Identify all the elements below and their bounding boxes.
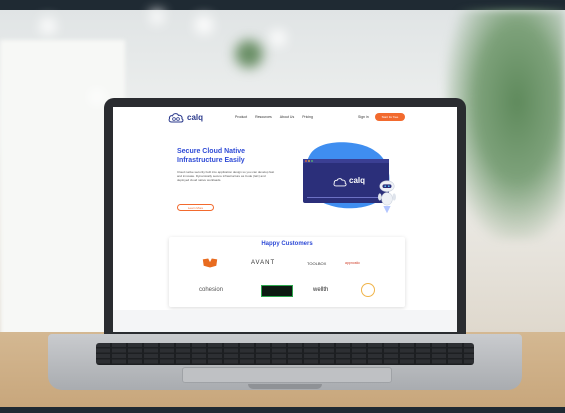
cloud-logo-icon — [168, 113, 184, 123]
customer-logo-avant: AVANT — [251, 260, 276, 266]
start-free-button[interactable]: Start for free — [375, 113, 405, 121]
customers-title: Happy Customers — [261, 241, 313, 247]
site-nav: calq Product Resources About Us Pricing … — [113, 107, 457, 129]
photo-scene: calq Product Resources About Us Pricing … — [0, 0, 565, 413]
orange-customer-logo-icon — [202, 258, 218, 268]
window-logo-text: calq — [349, 176, 366, 185]
nav-item-resources[interactable]: Resources — [255, 115, 272, 119]
hero-description: Cloud native security built into applica… — [177, 170, 275, 182]
bottom-border — [0, 407, 565, 413]
customer-logo-toolbox: TOOLBOX — [307, 261, 327, 266]
bokeh-light — [235, 40, 263, 68]
bokeh-light — [150, 10, 164, 24]
nav-item-about-us[interactable]: About Us — [280, 115, 294, 119]
nav-menu: Product Resources About Us Pricing — [235, 115, 313, 119]
site-logo[interactable]: calq — [168, 112, 203, 123]
bokeh-light — [90, 90, 104, 104]
customer-logo-wellth: wellth — [313, 287, 329, 293]
bokeh-light — [270, 30, 286, 46]
bokeh-light — [195, 16, 213, 34]
sign-in-link[interactable]: Sign in — [358, 115, 369, 119]
learn-more-button[interactable]: Learn More — [177, 204, 214, 211]
green-customer-logo — [261, 285, 293, 297]
bokeh-light — [40, 18, 56, 34]
laptop-keyboard — [96, 343, 474, 365]
page-bottom-strip — [113, 310, 457, 332]
customer-logo-appnostic: appnostic — [345, 261, 360, 265]
laptop-trackpad — [182, 367, 392, 383]
window-cloud-icon — [333, 178, 347, 187]
hero-title: Secure Cloud Native Infrastructure Easil… — [177, 148, 246, 164]
customer-logo-cohesion: cohesion — [199, 287, 224, 293]
hero-illustration: calq — [293, 135, 403, 225]
nav-item-product[interactable]: Product — [235, 115, 247, 119]
nav-item-pricing[interactable]: Pricing — [302, 115, 313, 119]
customers-section: Happy Customers AVANT TOOLBOX appnostic … — [169, 237, 405, 307]
laptop-lip — [248, 384, 322, 389]
circle-customer-logo — [361, 283, 375, 297]
site-logo-text: calq — [187, 113, 204, 122]
laptop-screen: calq Product Resources About Us Pricing … — [113, 107, 457, 332]
top-border — [0, 0, 565, 10]
robot-icon — [378, 180, 396, 214]
